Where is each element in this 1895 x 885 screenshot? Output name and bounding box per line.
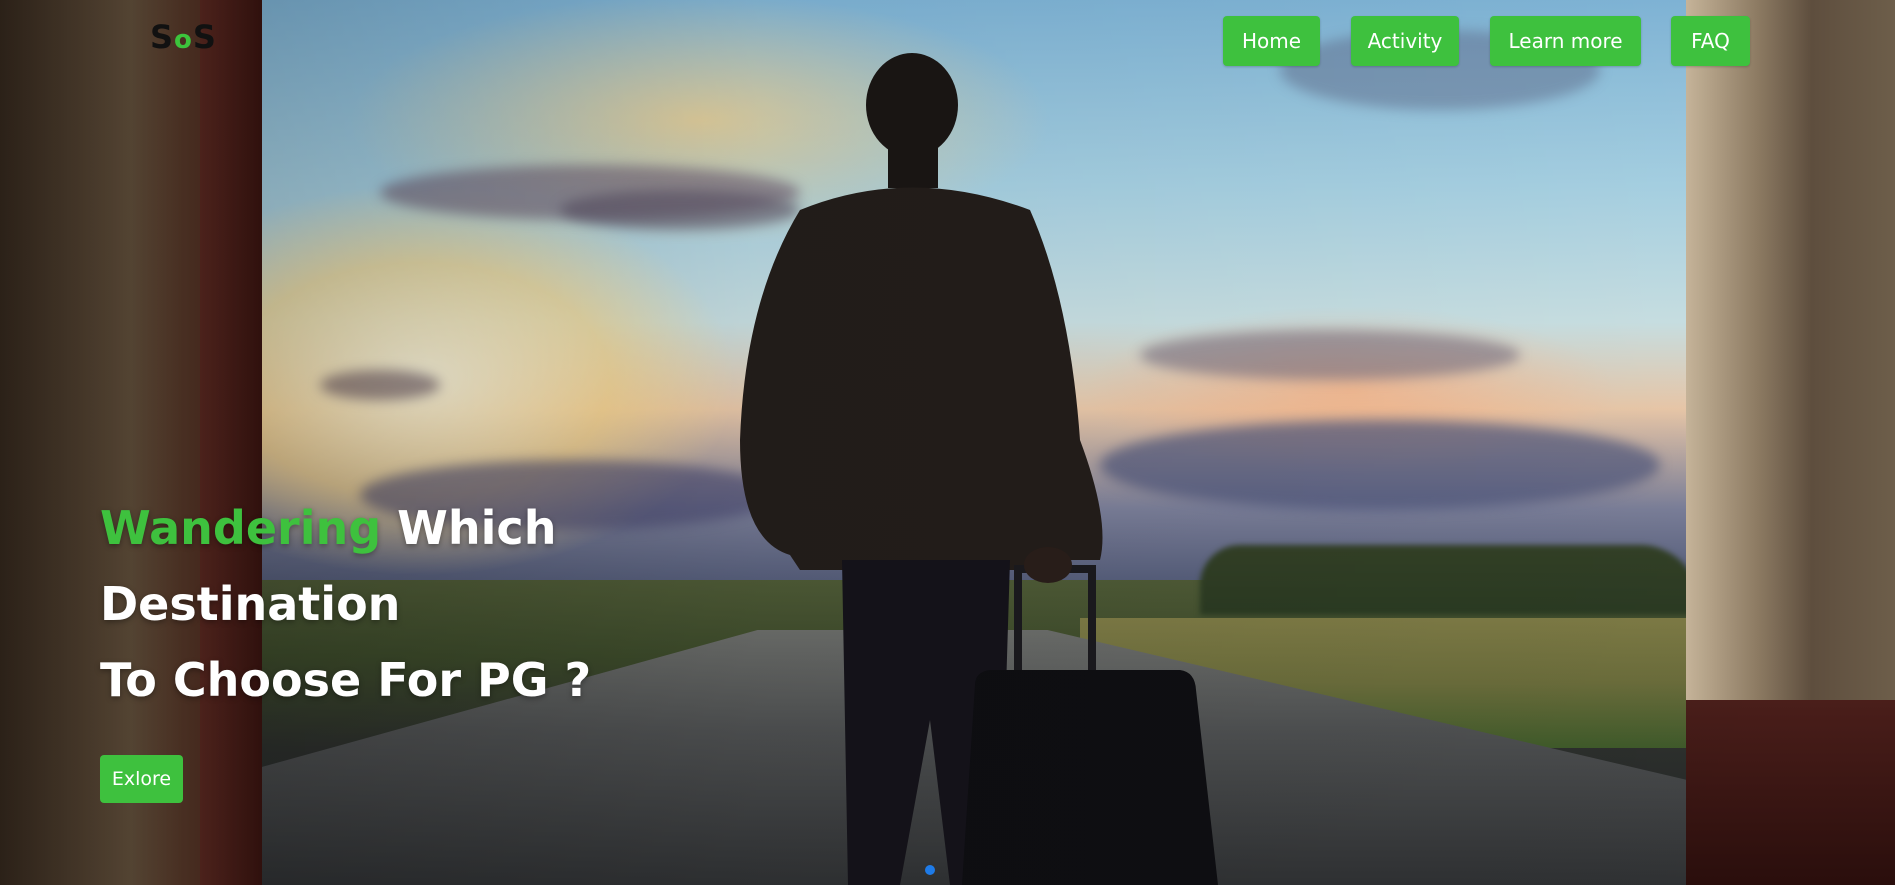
- hero-section: SoS Home Activity Learn more FAQ Wanderi…: [0, 0, 1895, 885]
- headline-text: To Choose For PG ?: [100, 653, 592, 707]
- logo-letter: S: [150, 18, 175, 56]
- headline-accent: Wandering: [100, 501, 382, 555]
- nav-home-button[interactable]: Home: [1223, 16, 1320, 66]
- brand-logo[interactable]: SoS: [150, 18, 217, 56]
- navbar: SoS Home Activity Learn more FAQ: [0, 0, 1895, 82]
- carousel-indicator[interactable]: [925, 865, 935, 875]
- nav-learn-more-button[interactable]: Learn more: [1490, 16, 1641, 66]
- hero-overlay: [0, 0, 1895, 885]
- logo-letter: o: [174, 25, 193, 55]
- nav-activity-button[interactable]: Activity: [1351, 16, 1459, 66]
- headline-text: Which: [381, 501, 557, 555]
- nav-faq-button[interactable]: FAQ: [1671, 16, 1750, 66]
- hero-headline: Wandering Which Destination To Choose Fo…: [100, 490, 591, 718]
- headline-text: Destination: [100, 577, 401, 631]
- logo-letter: S: [192, 18, 217, 56]
- explore-button[interactable]: Exlore: [100, 755, 183, 803]
